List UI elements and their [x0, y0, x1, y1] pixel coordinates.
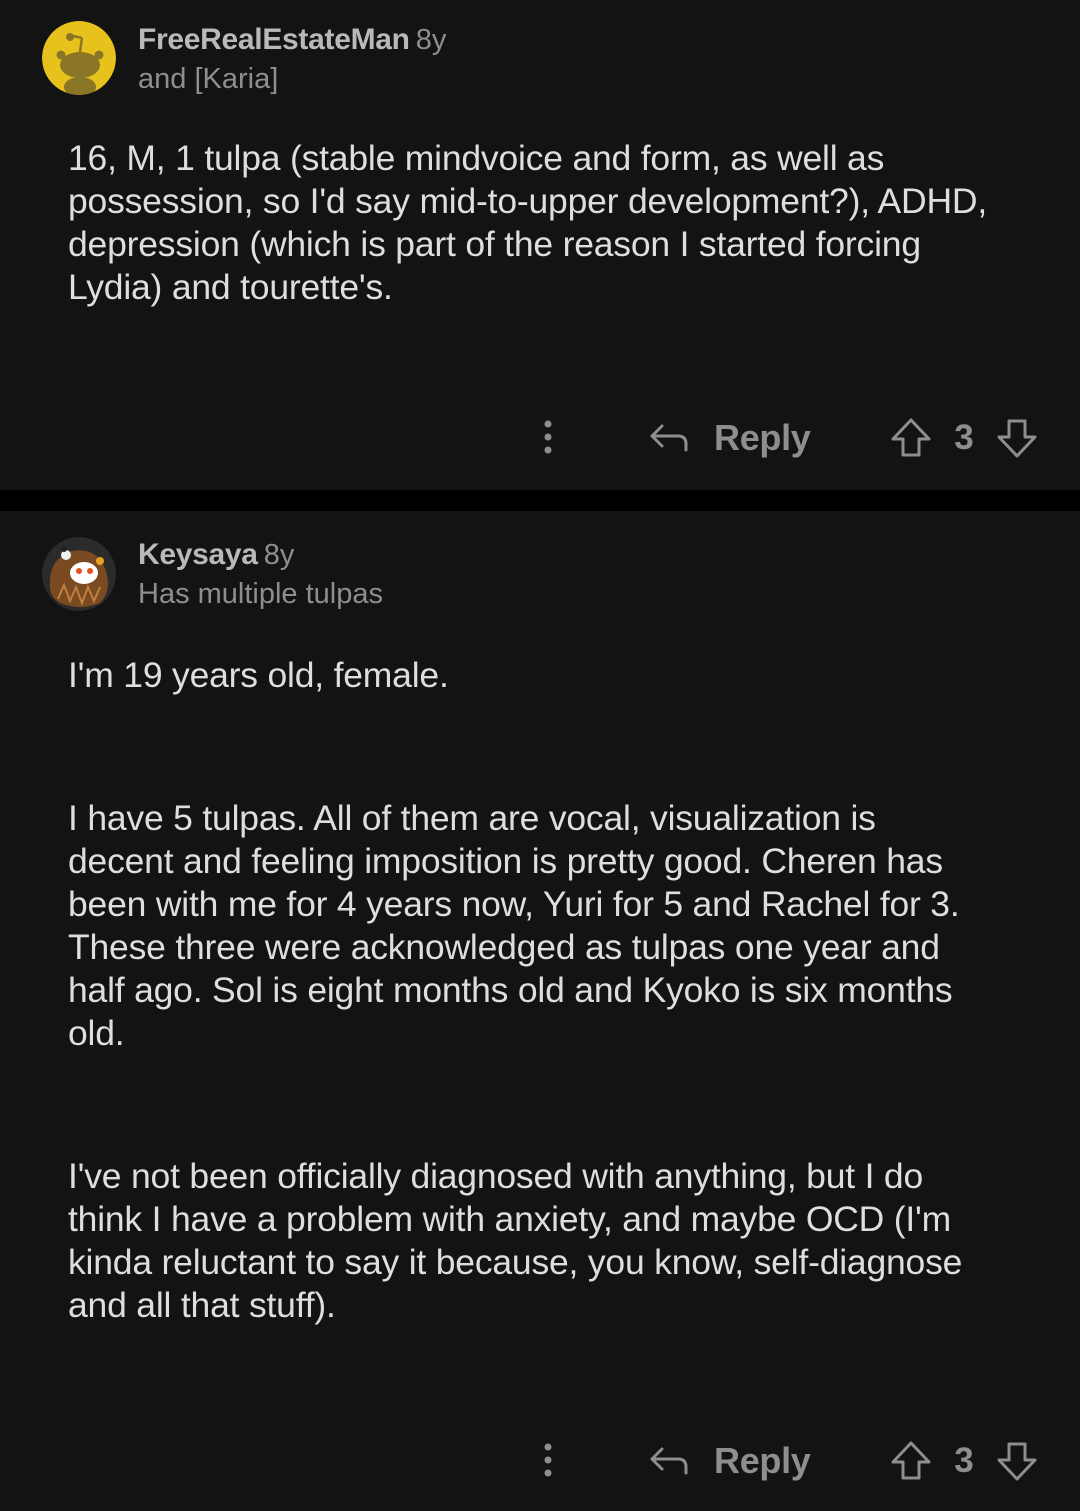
comment-actions: Reply 3 — [0, 1431, 1080, 1491]
more-options-button[interactable] — [530, 1437, 566, 1485]
upvote-icon[interactable] — [888, 1438, 934, 1484]
comment-actions: Reply 3 — [0, 408, 1080, 468]
comment-paragraph: I'm 19 years old, female. — [68, 655, 449, 695]
snoo-avatar-icon — [42, 21, 116, 95]
more-options-icon — [544, 420, 552, 454]
user-avatar[interactable] — [42, 21, 116, 95]
comment-meta: Keysaya 8y Has multiple tulpas — [138, 535, 383, 613]
comment-card: Keysaya 8y Has multiple tulpas I'm 19 yea… — [0, 511, 1080, 1511]
comment-paragraph: I have 5 tulpas. All of them are vocal, … — [68, 798, 960, 1053]
user-flair: Has multiple tulpas — [138, 578, 383, 610]
reply-button[interactable]: Reply — [648, 408, 811, 468]
user-flair: and [Karia] — [138, 63, 279, 95]
comment-age: 8y — [415, 24, 447, 56]
comment-body: 16, M, 1 tulpa (stable mindvoice and for… — [68, 137, 1028, 309]
more-options-button[interactable] — [530, 414, 566, 462]
comment-age: 8y — [263, 539, 295, 571]
reply-button[interactable]: Reply — [648, 1431, 811, 1491]
reply-arrow-icon — [650, 424, 688, 452]
vote-controls: 3 — [888, 1431, 1040, 1491]
comments-thread: FreeRealEstateMan 8y and [Karia] 16, M, 1… — [0, 0, 1080, 1511]
reply-label: Reply — [714, 417, 811, 458]
comment-meta: FreeRealEstateMan 8y and [Karia] — [138, 20, 446, 98]
downvote-icon[interactable] — [994, 415, 1040, 461]
comment-body: I'm 19 years old, female. I have 5 tulpa… — [68, 654, 1028, 1327]
more-options-icon — [544, 1443, 552, 1477]
vote-controls: 3 — [888, 408, 1040, 468]
user-avatar[interactable] — [42, 537, 116, 611]
username-link[interactable]: FreeRealEstateMan — [138, 23, 410, 56]
upvote-icon[interactable] — [888, 415, 934, 461]
snoo-costume-avatar-icon — [42, 537, 116, 611]
username-link[interactable]: Keysaya — [138, 538, 258, 571]
comment-paragraph: I've not been officially diagnosed with … — [68, 1156, 963, 1325]
downvote-icon[interactable] — [994, 1438, 1040, 1484]
vote-score: 3 — [954, 1441, 974, 1480]
reply-label: Reply — [714, 1440, 811, 1481]
vote-score: 3 — [954, 418, 974, 457]
comment-card: FreeRealEstateMan 8y and [Karia] 16, M, 1… — [0, 0, 1080, 490]
reply-arrow-icon — [650, 1447, 688, 1475]
comment-paragraph: 16, M, 1 tulpa (stable mindvoice and for… — [68, 138, 988, 307]
